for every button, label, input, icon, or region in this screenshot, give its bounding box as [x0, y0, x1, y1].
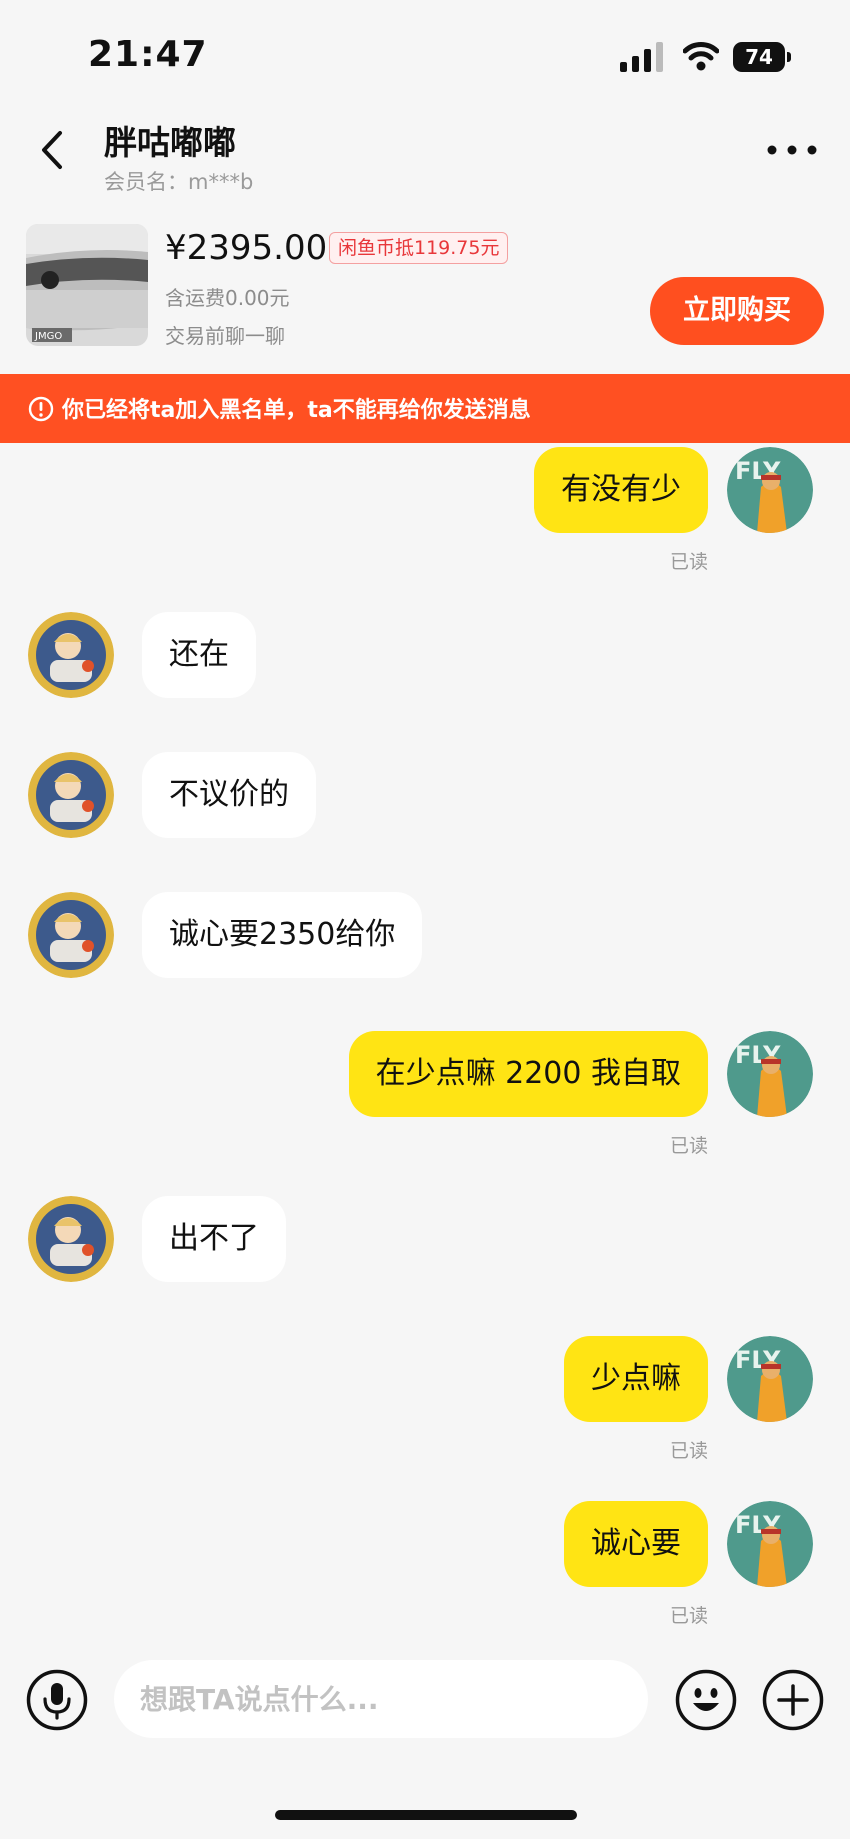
status-time: 21:47	[88, 34, 208, 75]
product-thumbnail[interactable]: JMGO	[26, 224, 148, 346]
my-avatar[interactable]: FLY	[727, 447, 813, 533]
microphone-icon	[26, 1669, 88, 1731]
smiley-icon	[675, 1669, 737, 1731]
message-bubble[interactable]: 还在	[142, 612, 256, 698]
message-input[interactable]	[114, 1660, 648, 1738]
message-bubble[interactable]: 有没有少	[534, 447, 708, 533]
read-receipt: 已读	[669, 1605, 708, 1627]
chat-header: 胖咕嘟嘟 会员名：m***b	[0, 100, 850, 200]
contact-avatar[interactable]	[28, 1196, 114, 1282]
contact-avatar[interactable]	[28, 612, 114, 698]
message-bubble[interactable]: 不议价的	[142, 752, 316, 838]
member-name: 会员名：m***b	[104, 170, 254, 194]
more-dots-icon	[767, 145, 817, 155]
thumb-brand: JMGO	[34, 331, 62, 342]
voice-button[interactable]	[26, 1669, 88, 1731]
coin-discount-badge: 闲鱼币抵119.75元	[329, 232, 509, 264]
plus-circle-icon	[762, 1669, 824, 1731]
home-indicator[interactable]	[275, 1810, 577, 1820]
blacklist-banner: 你已经将ta加入黑名单，ta不能再给你发送消息	[0, 374, 850, 443]
exclamation-circle-icon	[28, 396, 54, 422]
battery-icon: 74	[733, 42, 793, 72]
read-receipt: 已读	[669, 551, 708, 573]
message-bubble[interactable]: 诚心要	[564, 1501, 708, 1587]
my-avatar[interactable]: FLY	[727, 1501, 813, 1587]
emoji-button[interactable]	[675, 1669, 737, 1731]
cellular-signal-icon	[620, 42, 663, 72]
shipping-fee: 含运费0.00元	[165, 286, 290, 310]
chat-hint: 交易前聊一聊	[165, 324, 285, 348]
read-receipt: 已读	[669, 1135, 708, 1157]
more-button[interactable]	[766, 140, 818, 160]
contact-name: 胖咕嘟嘟	[104, 123, 236, 162]
chat-input-bar	[0, 1650, 850, 1750]
message-bubble[interactable]: 出不了	[142, 1196, 286, 1282]
message-bubble[interactable]: 在少点嘛 2200 我自取	[348, 1031, 708, 1117]
my-avatar[interactable]: FLY	[727, 1336, 813, 1422]
contact-avatar[interactable]	[28, 752, 114, 838]
chevron-left-icon	[42, 131, 62, 169]
battery-level: 74	[733, 42, 785, 72]
my-avatar[interactable]: FLY	[727, 1031, 813, 1117]
product-card[interactable]: JMGO ¥2395.00 闲鱼币抵119.75元 含运费0.00元 交易前聊一…	[0, 210, 850, 360]
message-bubble[interactable]: 少点嘛	[564, 1336, 708, 1422]
message-bubble[interactable]: 诚心要2350给你	[142, 892, 423, 978]
wifi-icon	[683, 42, 719, 71]
product-price: ¥2395.00	[165, 228, 328, 268]
read-receipt: 已读	[669, 1440, 708, 1462]
more-actions-button[interactable]	[762, 1669, 824, 1731]
banner-text: 你已经将ta加入黑名单，ta不能再给你发送消息	[62, 398, 531, 423]
buy-now-button[interactable]: 立即购买	[650, 277, 824, 345]
status-bar: 21:47 74	[0, 0, 850, 100]
contact-avatar[interactable]	[28, 892, 114, 978]
back-button[interactable]	[30, 125, 80, 175]
